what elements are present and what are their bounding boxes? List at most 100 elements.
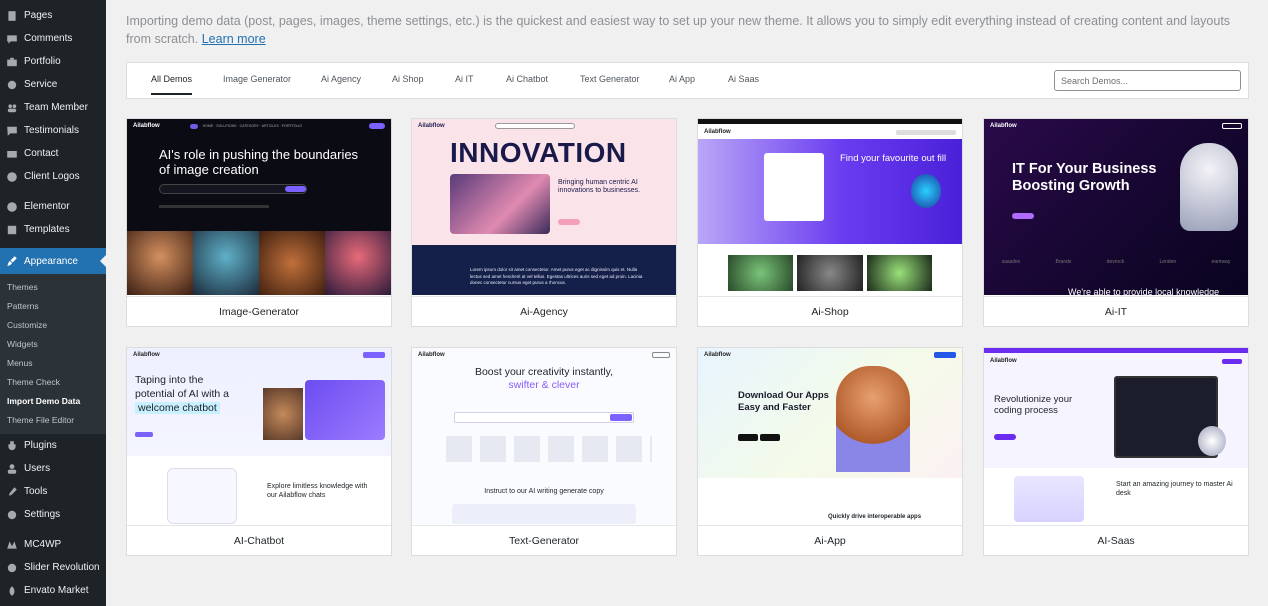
sidebar-item-contact[interactable]: Contact bbox=[0, 142, 106, 165]
sidebar-item-service[interactable]: Service bbox=[0, 73, 106, 96]
demo-card-ai-agency[interactable]: Ailabflow INNOVATION Bringing human cent… bbox=[411, 118, 677, 327]
demo-logo: Ailabflow bbox=[133, 352, 160, 358]
demo-card-ai-shop[interactable]: Ailabflow Find your favourite out fill A… bbox=[697, 118, 963, 327]
sidebar-item-users[interactable]: Users bbox=[0, 457, 106, 480]
demo-card-ai-it[interactable]: Ailabflow IT For Your Business Boosting … bbox=[983, 118, 1249, 327]
partner-logo: Lenden bbox=[1159, 259, 1177, 265]
demo-logo: Ailabflow bbox=[990, 358, 1017, 364]
sidebar-item-comments[interactable]: Comments bbox=[0, 27, 106, 50]
sidebar-item-label: Envato Market bbox=[24, 585, 89, 596]
tab-ai-agency[interactable]: Ai Agency bbox=[321, 74, 361, 84]
demo-preview-ai-it: Ailabflow IT For Your Business Boosting … bbox=[984, 119, 1248, 295]
demo-name: AI-Chatbot bbox=[127, 525, 391, 556]
demo-preview-text-generator: Ailabflow Boost your creativity instantl… bbox=[412, 348, 676, 524]
demo-headline: Download Our Apps Easy and Faster bbox=[738, 390, 829, 413]
main-content: Importing demo data (post, pages, images… bbox=[106, 0, 1268, 606]
demo-card-ai-app[interactable]: Ailabflow Download Our Apps Easy and Fas… bbox=[697, 347, 963, 556]
sidebar-item-tools[interactable]: Tools bbox=[0, 480, 106, 503]
demo-logo: Ailabflow bbox=[990, 123, 1017, 129]
learn-more-link[interactable]: Learn more bbox=[202, 32, 266, 46]
tab-all-demos[interactable]: All Demos bbox=[151, 74, 193, 95]
tab-ai-it[interactable]: Ai IT bbox=[455, 74, 474, 84]
sidebar-item-mc4wp[interactable]: MC4WP bbox=[0, 533, 106, 556]
submenu-item-themes[interactable]: Themes bbox=[0, 278, 106, 297]
submenu-item-import-demo-data[interactable]: Import Demo Data bbox=[0, 392, 106, 411]
settings-icon bbox=[5, 508, 19, 522]
sidebar-item-label: MC4WP bbox=[24, 539, 62, 550]
sidebar-item-label: Team Member bbox=[24, 102, 88, 113]
sidebar-item-envato-market[interactable]: Envato Market bbox=[0, 579, 106, 602]
demo-card-ai-chatbot[interactable]: Ailabflow Taping into the potential of A… bbox=[126, 347, 392, 556]
demo-headline-highlight: welcome chatbot bbox=[135, 402, 220, 414]
sidebar-item-collapse-menu[interactable]: Collapse Menu bbox=[0, 602, 106, 606]
demo-headline: Boost your creativity instantly, bbox=[474, 366, 614, 378]
sidebar-item-client-logos[interactable]: Client Logos bbox=[0, 165, 106, 188]
demo-footer-text: We're able to provide local knowledge bbox=[1068, 287, 1220, 295]
sidebar-item-portfolio[interactable]: Portfolio bbox=[0, 50, 106, 73]
demo-logo: Ailabflow bbox=[418, 352, 445, 358]
sidebar-item-plugins[interactable]: Plugins bbox=[0, 434, 106, 457]
submenu-item-customize[interactable]: Customize bbox=[0, 316, 106, 335]
team-icon bbox=[5, 101, 19, 115]
appearance-submenu: Themes Patterns Customize Widgets Menus Theme… bbox=[0, 274, 106, 434]
partner-logo: devrock bbox=[1106, 259, 1125, 265]
sidebar-item-label: Service bbox=[24, 79, 58, 90]
demo-card-image-generator[interactable]: Ailabflow HOME · SOLUTIONS · CATEGORY · … bbox=[126, 118, 392, 327]
templates-icon bbox=[5, 223, 19, 237]
contact-icon bbox=[5, 147, 19, 161]
search-demos-input[interactable] bbox=[1054, 70, 1241, 91]
demo-logo: Ailabflow bbox=[704, 352, 731, 358]
plugins-icon bbox=[5, 439, 19, 453]
sidebar-item-label: Comments bbox=[24, 33, 73, 44]
demo-body-text: Lorem ipsum dolor sit amet consectetur. … bbox=[470, 267, 643, 285]
intro-description: Importing demo data (post, pages, images… bbox=[126, 14, 1231, 46]
tab-image-generator[interactable]: Image Generator bbox=[223, 74, 291, 84]
sidebar-item-templates[interactable]: Templates bbox=[0, 218, 106, 241]
sidebar-item-label: Portfolio bbox=[24, 56, 61, 67]
sidebar-item-slider-revolution[interactable]: Slider Revolution bbox=[0, 556, 106, 579]
comments-icon bbox=[5, 32, 19, 46]
sidebar-item-settings[interactable]: Settings bbox=[0, 503, 106, 526]
appearance-icon bbox=[5, 254, 19, 268]
partner-logo: earnway bbox=[1211, 259, 1231, 265]
demo-name: AI-Saas bbox=[984, 525, 1248, 556]
submenu-item-widgets[interactable]: Widgets bbox=[0, 335, 106, 354]
sidebar-item-appearance[interactable]: Appearance bbox=[0, 248, 106, 274]
tab-ai-shop[interactable]: Ai Shop bbox=[392, 74, 424, 84]
sidebar-item-team-member[interactable]: Team Member bbox=[0, 96, 106, 119]
partner-logos: saasdev Brandx devrock Lenden earnway bbox=[984, 259, 1248, 273]
admin-sidebar: Pages Comments Portfolio Service Team Member… bbox=[0, 0, 106, 606]
tab-text-generator[interactable]: Text Generator bbox=[580, 74, 640, 84]
submenu-item-menus[interactable]: Menus bbox=[0, 354, 106, 373]
sidebar-item-label: Testimonials bbox=[24, 125, 80, 136]
demo-headline-accent: swifter & clever bbox=[508, 379, 580, 391]
tools-icon bbox=[5, 485, 19, 499]
tab-ai-app[interactable]: Ai App bbox=[669, 74, 695, 84]
tab-ai-saas[interactable]: Ai Saas bbox=[728, 74, 759, 84]
demo-headline: IT For Your Business Boosting Growth bbox=[1012, 161, 1157, 194]
demo-card-text-generator[interactable]: Ailabflow Boost your creativity instantl… bbox=[411, 347, 677, 556]
demo-card-ai-saas[interactable]: Ailabflow Revolutionize your coding proc… bbox=[983, 347, 1249, 556]
sidebar-item-label: Elementor bbox=[24, 201, 70, 212]
demo-subheadline: Instruct to our AI writing generate copy bbox=[484, 488, 604, 495]
portfolio-icon bbox=[5, 55, 19, 69]
sidebar-item-testimonials[interactable]: Testimonials bbox=[0, 119, 106, 142]
sidebar-item-elementor[interactable]: Elementor bbox=[0, 195, 106, 218]
sidebar-item-label: Client Logos bbox=[24, 171, 80, 182]
sidebar-item-pages[interactable]: Pages bbox=[0, 4, 106, 27]
demo-headline: INNOVATION bbox=[450, 137, 627, 168]
demo-logo: Ailabflow bbox=[418, 123, 445, 129]
demo-subheadline: Start an amazing journey to master Ai de… bbox=[1116, 481, 1233, 497]
sidebar-item-label: Users bbox=[24, 463, 51, 474]
submenu-item-patterns[interactable]: Patterns bbox=[0, 297, 106, 316]
sidebar-item-label: Appearance bbox=[24, 255, 78, 267]
demo-preview-image-generator: Ailabflow HOME · SOLUTIONS · CATEGORY · … bbox=[127, 119, 391, 295]
sidebar-item-label: Templates bbox=[24, 224, 70, 235]
pages-icon bbox=[5, 9, 19, 23]
submenu-item-theme-check[interactable]: Theme Check bbox=[0, 373, 106, 392]
demo-logo: Ailabflow bbox=[133, 123, 160, 129]
sidebar-item-label: Tools bbox=[24, 486, 48, 497]
tab-ai-chatbot[interactable]: Ai Chatbot bbox=[506, 74, 548, 84]
submenu-item-theme-file-editor[interactable]: Theme File Editor bbox=[0, 411, 106, 430]
demo-headline: AI's role in pushing the boundaries of i… bbox=[159, 147, 359, 177]
